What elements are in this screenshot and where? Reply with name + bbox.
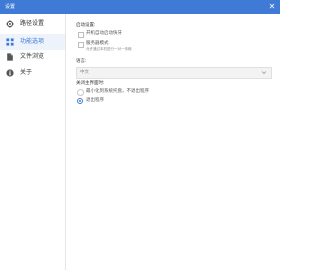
sidebar-item-label: 文件浏览 xyxy=(20,53,45,60)
sidebar: 路径设置 功能选项 文件浏览 关于 xyxy=(0,14,66,270)
sidebar-item-label: 关于 xyxy=(20,69,33,76)
autostart-checkbox[interactable] xyxy=(78,32,84,38)
features-panel: 启动设置: 开机自动启动快牙 服务器模式 允许通过本机进行一对一传输 语言: 中… xyxy=(76,14,276,270)
sidebar-item-label: 功能选项 xyxy=(20,38,45,45)
sidebar-item-features[interactable]: 功能选项 xyxy=(0,34,65,50)
exit-program-label: 退出程序 xyxy=(86,98,104,103)
language-section-label: 语言: xyxy=(76,59,87,64)
grid-icon xyxy=(6,38,14,46)
startup-section-label: 启动设置: xyxy=(76,23,96,28)
sidebar-item-file-browse[interactable]: 文件浏览 xyxy=(0,49,65,65)
minimize-to-tray-label: 最小化到系统托盘，不退出程序 xyxy=(86,89,149,94)
close-icon: ✕ xyxy=(268,2,276,11)
gear-icon xyxy=(6,20,14,28)
minimize-to-tray-radio[interactable] xyxy=(77,89,84,96)
server-mode-description: 允许通过本机进行一对一传输 xyxy=(86,47,132,51)
close-behavior-section-label: 关闭主界面时: xyxy=(76,81,105,86)
language-select-value: 中文 xyxy=(80,70,89,75)
title-bar: 设置 ✕ xyxy=(0,0,280,14)
language-select[interactable]: 中文 xyxy=(76,67,272,79)
server-mode-checkbox[interactable] xyxy=(78,42,84,48)
sidebar-item-label: 路径设置 xyxy=(20,20,45,27)
autostart-label: 开机自动启动快牙 xyxy=(86,31,122,36)
document-icon xyxy=(7,53,13,61)
sidebar-item-path-settings[interactable]: 路径设置 xyxy=(0,16,65,32)
window-title: 设置 xyxy=(5,4,16,10)
sidebar-item-about[interactable]: 关于 xyxy=(0,65,65,81)
exit-program-radio[interactable] xyxy=(77,98,83,104)
chevron-down-icon xyxy=(261,71,267,75)
info-icon xyxy=(6,69,14,77)
close-button[interactable]: ✕ xyxy=(266,1,278,13)
